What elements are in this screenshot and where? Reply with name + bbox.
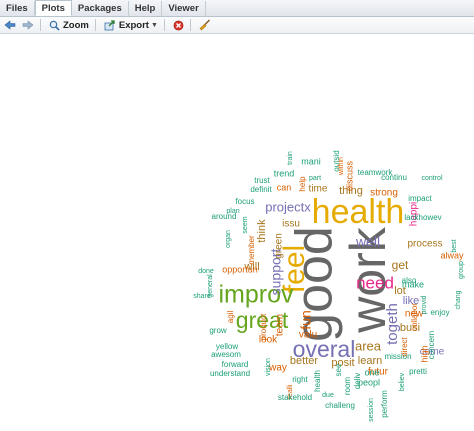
word-best: best	[451, 239, 458, 252]
toolbar-separator	[189, 19, 191, 31]
word-member: member	[247, 235, 256, 265]
word-continu: continu	[381, 173, 407, 182]
word-within: within	[338, 157, 345, 176]
tab-help[interactable]: Help	[129, 1, 163, 16]
export-label: Export	[118, 19, 149, 31]
word-believ: believ	[399, 372, 406, 391]
word-peopl: peopl	[358, 377, 380, 387]
tab-bar: Files Plots Packages Help Viewer	[0, 0, 474, 17]
word-health: health	[313, 370, 322, 392]
word-trust: trust	[254, 176, 270, 185]
chevron-down-icon: ▼	[150, 21, 158, 29]
plots-toolbar: Zoom Export ▼	[0, 17, 474, 34]
word-seem: seem	[242, 216, 249, 233]
word-stakehold: stakehold	[278, 393, 312, 402]
word-lackhowev: lackhowev	[404, 213, 441, 222]
word-train: train	[287, 151, 294, 165]
word-strong: strong	[370, 188, 398, 199]
word-enjoy: enjoy	[430, 308, 449, 317]
zoom-button[interactable]: Zoom	[47, 18, 91, 32]
word-focus: focus	[235, 197, 254, 206]
word-togeth: togeth	[384, 303, 401, 345]
word-room: room	[343, 377, 352, 396]
tab-viewer[interactable]: Viewer	[162, 1, 206, 16]
word-can: can	[277, 182, 292, 192]
word-one: one	[364, 367, 379, 377]
word-vision: vision	[265, 358, 272, 376]
export-button[interactable]: Export ▼	[102, 18, 160, 32]
word-general: general	[207, 274, 214, 298]
forward-button[interactable]	[20, 18, 36, 32]
toolbar-separator	[94, 19, 96, 31]
word-done: done	[198, 268, 214, 275]
word-group: group	[458, 261, 465, 279]
word-perform: perform	[380, 390, 389, 418]
word-better: better	[290, 355, 318, 367]
remove-icon	[173, 20, 184, 30]
word-concern: concern	[427, 331, 436, 359]
word-see: see	[334, 363, 343, 376]
plot-area: good work health feel improv great overal need t…	[0, 34, 474, 431]
word-right: right	[292, 375, 308, 384]
broom-icon	[199, 19, 210, 31]
word-organ: organ	[225, 230, 232, 248]
word-understand: understand	[210, 369, 250, 378]
clear-all-button[interactable]	[197, 18, 213, 32]
word-mani: mani	[301, 156, 321, 166]
word-health: health	[312, 193, 405, 231]
arrow-left-icon	[4, 20, 16, 30]
word-provid: provid	[421, 295, 428, 314]
word-think: think	[256, 219, 268, 243]
word-learn: learn	[358, 355, 382, 367]
word-opportun: opportun	[222, 264, 258, 274]
word-direct: direct	[400, 336, 409, 356]
back-button[interactable]	[2, 18, 18, 32]
magnifier-icon	[49, 20, 60, 31]
word-part: part	[309, 175, 321, 182]
word-around: around	[212, 212, 237, 221]
word-get: get	[392, 258, 409, 272]
word-challeng: challeng	[325, 401, 355, 410]
word-agil: agil	[226, 311, 235, 324]
word-grow: grow	[209, 326, 227, 335]
word-issu: issu	[282, 219, 300, 230]
word-cloud: goodworkhealthfeelimprovgreatoveralneedt…	[193, 150, 465, 422]
tab-files[interactable]: Files	[0, 1, 35, 16]
word-green: green	[274, 233, 285, 259]
word-well: well	[355, 234, 380, 250]
word-impact: impact	[408, 194, 432, 203]
word-pretti: pretti	[409, 367, 427, 376]
word-awesom: awesom	[211, 350, 241, 359]
word-collabor: collabor	[410, 303, 419, 331]
export-icon	[104, 19, 115, 30]
word-valu: valu	[299, 330, 317, 341]
word-fun: fun	[298, 310, 314, 329]
word-trend: trend	[274, 168, 295, 178]
plots-pane: Files Plots Packages Help Viewer Zoom Ex…	[0, 0, 474, 431]
tab-packages[interactable]: Packages	[72, 1, 129, 16]
toolbar-separator	[163, 19, 165, 31]
word-help: help	[298, 176, 307, 192]
word-chang: chang	[455, 290, 462, 309]
word-session: session	[368, 398, 375, 422]
tab-plots[interactable]: Plots	[34, 0, 72, 16]
word-projectx: projectx	[265, 199, 311, 214]
word-time: time	[309, 184, 328, 195]
word-need: need	[356, 273, 394, 292]
remove-plot-button[interactable]	[171, 18, 186, 32]
zoom-label: Zoom	[63, 19, 89, 31]
word-discuss: discuss	[344, 160, 354, 191]
word-product: product	[259, 313, 268, 340]
word-control: control	[421, 175, 442, 182]
toolbar-separator	[40, 19, 41, 31]
word-area: area	[355, 338, 382, 353]
word-team: team	[275, 314, 286, 336]
word-definit: definit	[250, 185, 272, 194]
arrow-right-icon	[22, 20, 34, 30]
word-due: due	[322, 392, 334, 399]
word-process: process	[407, 239, 442, 250]
word-forward: forward	[222, 360, 249, 369]
word-also: also	[402, 276, 417, 285]
